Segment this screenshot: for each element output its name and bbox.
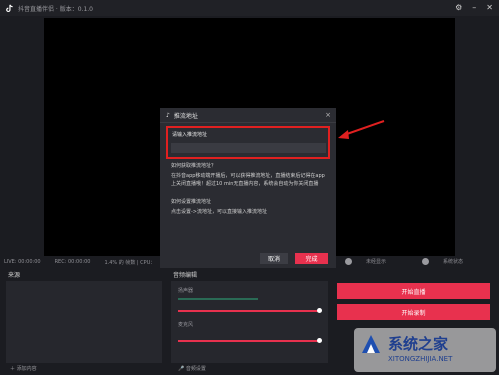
app-title: 抖音直播伴侣 · 版本：0.1.0 bbox=[18, 5, 93, 13]
tiktok-logo-icon: ♪ bbox=[166, 111, 170, 119]
mic-label: 麦克风 bbox=[178, 322, 194, 328]
close-icon[interactable]: ✕ bbox=[486, 3, 493, 12]
rec-time: REC: 00:00:00 bbox=[54, 259, 91, 265]
add-source-button[interactable]: ＋ 添加内容 bbox=[10, 365, 37, 372]
watermark-logo-icon bbox=[362, 335, 380, 353]
faq-question-1: 如何获取推流地址？ bbox=[171, 163, 217, 169]
speaker-label: 扬声器 bbox=[178, 288, 194, 294]
speaker-volume-slider[interactable] bbox=[178, 310, 320, 312]
faq-answer-1: 在抖音app移动端开播后，可以获得推流地址，直播结束后记得在app上关闭直播哦！… bbox=[171, 173, 325, 187]
annotation-arrow-icon bbox=[338, 120, 385, 139]
confirm-button[interactable]: 完成 bbox=[295, 253, 328, 264]
cpu-usage: 1.4% 的 帧数 | CPU： bbox=[104, 259, 156, 266]
live-time: LIVE: 00:00:00 bbox=[4, 259, 41, 265]
faq-question-2: 如何设置推流地址 bbox=[171, 199, 212, 205]
faq-answer-2: 点击设置->流地址，可以直接输入推流地址 bbox=[171, 209, 267, 215]
push-url-label: 请输入推流地址 bbox=[172, 132, 208, 138]
close-icon[interactable]: × bbox=[325, 111, 331, 119]
source-list[interactable] bbox=[6, 281, 162, 363]
dialog-title: 推流地址 bbox=[173, 112, 198, 120]
push-url-input[interactable] bbox=[171, 143, 326, 153]
cancel-button[interactable]: 取消 bbox=[260, 253, 288, 264]
mic-volume-slider[interactable] bbox=[178, 340, 320, 342]
watermark: 系统之家 XITONGZHIJIA.NET bbox=[354, 328, 496, 372]
status-option[interactable]: 系统状态 bbox=[421, 258, 477, 265]
source-title: 来源 bbox=[8, 272, 21, 279]
audio-settings-button[interactable]: 🎤 音频设置 bbox=[178, 365, 206, 372]
title-bar: 抖音直播伴侣 · 版本：0.1.0 ⚙ – ✕ bbox=[0, 0, 499, 16]
speaker-meter bbox=[178, 298, 258, 300]
mixer-title: 音频编辑 bbox=[173, 272, 198, 279]
start-record-button[interactable]: 开始录制 bbox=[337, 304, 490, 320]
minimize-icon[interactable]: – bbox=[472, 3, 476, 12]
speaker-volume-knob[interactable] bbox=[317, 308, 322, 313]
start-live-button[interactable]: 开始直播 bbox=[337, 283, 490, 299]
tiktok-logo-icon bbox=[4, 3, 14, 13]
dialog-header: ♪ 推流地址 bbox=[160, 108, 336, 123]
gear-icon[interactable]: ⚙ bbox=[455, 3, 462, 12]
mic-volume-knob[interactable] bbox=[317, 338, 322, 343]
audio-mixer bbox=[171, 281, 328, 363]
display-option[interactable]: 未经显示 bbox=[344, 258, 400, 265]
